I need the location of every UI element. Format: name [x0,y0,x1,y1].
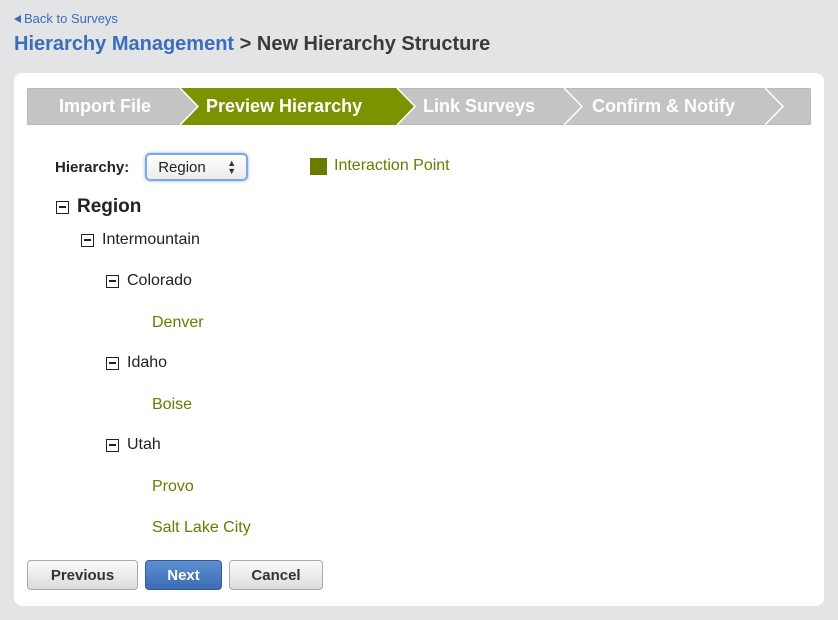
next-button[interactable]: Next [145,560,222,590]
legend: Interaction Point [310,157,450,175]
tree-node-label: Intermountain [102,231,200,248]
collapse-icon[interactable] [106,274,119,288]
hierarchy-select-value: Region [158,158,206,176]
wizard-steps: Import File Preview Hierarchy Link Surve… [27,88,811,125]
interaction-point-swatch [310,157,327,175]
tree-leaf-city[interactable]: Salt Lake City [152,519,251,537]
breadcrumb-current: New Hierarchy Structure [256,33,491,55]
step-confirm-notify[interactable]: Confirm & Notify [592,96,735,117]
hierarchy-selector-row: Hierarchy: Region ▲ ▼ [55,153,249,181]
step-preview-hierarchy[interactable]: Preview Hierarchy [206,96,362,117]
legend-label: Interaction Point [334,157,450,174]
collapse-icon[interactable] [56,200,69,214]
tree-node-state: Utah [106,436,161,454]
hierarchy-label: Hierarchy: [55,158,130,176]
collapse-icon[interactable] [106,438,119,452]
tree-node-state: Idaho [106,354,167,372]
previous-button[interactable]: Previous [27,560,138,590]
breadcrumb-separator: > [234,33,257,55]
collapse-icon[interactable] [81,233,94,247]
cancel-button[interactable]: Cancel [229,560,323,590]
tree-node-label: Utah [127,436,161,453]
breadcrumb-hierarchy-management[interactable]: Hierarchy Management [14,33,234,55]
step-link-surveys[interactable]: Link Surveys [423,96,535,117]
tree-node-label: Idaho [127,354,168,371]
tree-node-label: Region [77,196,142,217]
tree-leaf-city[interactable]: Provo [152,478,194,496]
back-link-label: Back to Surveys [24,11,118,26]
tree-leaf-city[interactable]: Denver [152,314,204,332]
page-background: Back to Surveys Hierarchy Management > N… [0,0,838,620]
main-panel: Import File Preview Hierarchy Link Surve… [14,73,824,606]
collapse-icon[interactable] [106,356,119,370]
tree-node-state: Colorado [106,272,192,290]
page-title: Hierarchy Management > New Hierarchy Str… [14,33,490,56]
tree-node-label: Colorado [127,272,192,289]
tree-node-group: Intermountain [81,231,200,249]
tree-node-root: Region [56,196,141,218]
step-import-file[interactable]: Import File [59,96,151,117]
back-to-surveys-link[interactable]: Back to Surveys [14,11,118,26]
tree-leaf-city[interactable]: Boise [152,396,192,414]
hierarchy-select[interactable]: Region ▲ ▼ [145,153,249,181]
back-arrow-icon [14,14,21,23]
select-arrows-icon: ▲ ▼ [227,158,237,176]
